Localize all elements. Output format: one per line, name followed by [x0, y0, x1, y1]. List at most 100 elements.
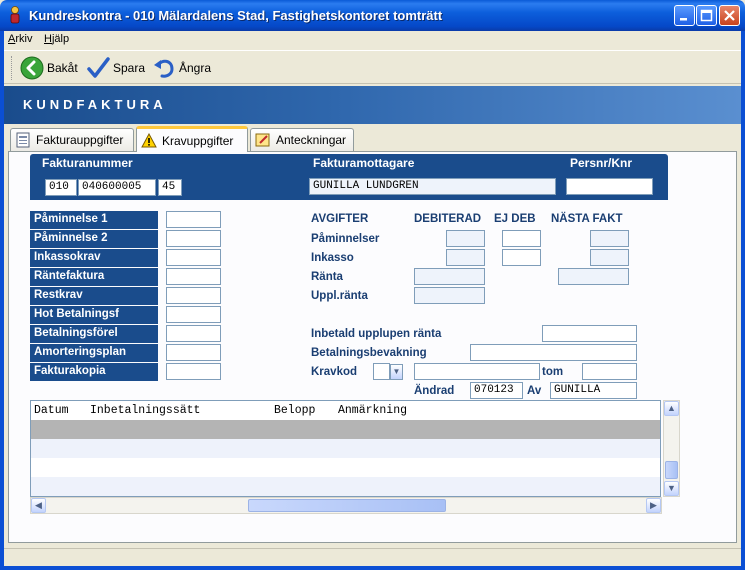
ranta-debiterad-field[interactable] [414, 268, 485, 285]
invoice-recipient-field[interactable]: GUNILLA LUNDGREN [309, 178, 556, 195]
avgifter-header: AVGIFTER [311, 213, 369, 225]
inkasso-label: Inkasso [311, 252, 354, 264]
av-label: Av [527, 385, 542, 397]
payments-grid[interactable]: Datum Inbetalningssätt Belopp Anmärkning [30, 400, 661, 497]
inkasso-debiterad-field[interactable] [446, 249, 485, 266]
fakturakopia-field[interactable] [166, 363, 221, 380]
inbetald-label: Inbetald upplupen ränta [311, 328, 442, 340]
kravkod-dropdown-button[interactable]: ▼ [390, 364, 403, 380]
menu-arkiv[interactable]: Arkiv [8, 33, 32, 45]
kravkod-select[interactable] [373, 363, 390, 380]
minimize-button[interactable] [674, 5, 695, 26]
label-hot-betalningsf: Hot Betalningsf [30, 306, 158, 324]
document-icon [16, 132, 30, 148]
hot-betalningsf-field[interactable] [166, 306, 221, 323]
vertical-scroll-thumb[interactable] [665, 461, 678, 479]
tab-kravuppgifter[interactable]: Kravuppgifter [136, 126, 248, 152]
restkrav-field[interactable] [166, 287, 221, 304]
invoice-number-part2[interactable]: 040600005 [78, 179, 156, 196]
invoice-number-header: Fakturanummer [42, 156, 133, 170]
undo-icon [154, 59, 174, 78]
andrad-field[interactable]: 070123 [470, 382, 523, 399]
header-band: KUNDFAKTURA [4, 86, 741, 124]
save-button[interactable]: Spara [86, 54, 145, 82]
bevakning-field[interactable] [470, 344, 637, 361]
app-icon [10, 6, 20, 24]
table-row[interactable] [31, 420, 660, 439]
invoice-number-part3[interactable]: 45 [158, 179, 182, 196]
horizontal-scroll-thumb[interactable] [248, 499, 446, 512]
label-amorteringsplan: Amorteringsplan [30, 344, 158, 362]
debiterad-header: DEBITERAD [414, 213, 482, 225]
invoice-recipient-header: Fakturamottagare [313, 156, 415, 170]
label-rantefaktura: Räntefaktura [30, 268, 158, 286]
rantefaktura-field[interactable] [166, 268, 221, 285]
minimize-icon [680, 18, 687, 21]
uppl-ranta-label: Uppl.ränta [311, 290, 368, 302]
window-frame-bottom [0, 566, 745, 570]
window-frame-right [741, 31, 745, 570]
col-belopp[interactable]: Belopp [274, 404, 315, 417]
col-inbetalningssatt[interactable]: Inbetalningssätt [90, 404, 200, 417]
ranta-label: Ränta [311, 271, 343, 283]
inkasso-nasta-fakt-field[interactable] [590, 249, 629, 266]
close-button[interactable] [719, 5, 740, 26]
label-paminnelse-2: Påminnelse 2 [30, 230, 158, 248]
kravkod-description-field[interactable] [414, 363, 540, 380]
scroll-up-icon[interactable]: ▲ [664, 401, 679, 416]
window-title: Kundreskontra - 010 Mälardalens Stad, Fa… [29, 8, 443, 23]
save-label: Spara [113, 61, 146, 75]
label-fakturakopia: Fakturakopia [30, 363, 158, 381]
persnr-field[interactable] [566, 178, 653, 195]
label-restkrav: Restkrav [30, 287, 158, 305]
toolbar-grip[interactable] [11, 56, 14, 80]
tab-label: Kravuppgifter [162, 133, 234, 148]
inkassokrav-field[interactable] [166, 249, 221, 266]
menu-bar: Arkiv Hjälp [4, 31, 741, 49]
undo-button[interactable]: Ångra [152, 54, 211, 82]
back-button[interactable]: Bakåt [20, 54, 78, 82]
tab-fakturauppgifter[interactable]: Fakturauppgifter [10, 128, 134, 151]
uppl-ranta-field[interactable] [414, 287, 485, 304]
title-bar[interactable]: Kundreskontra - 010 Mälardalens Stad, Fa… [0, 0, 745, 31]
ranta-nasta-fakt-field[interactable] [558, 268, 629, 285]
paminnelse-1-field[interactable] [166, 211, 221, 228]
label-paminnelse-1: Påminnelse 1 [30, 211, 158, 229]
av-field[interactable]: GUNILLA [550, 382, 637, 399]
maximize-icon [700, 9, 713, 22]
inkasso-ej-deb-field[interactable] [502, 249, 541, 266]
amorteringsplan-field[interactable] [166, 344, 221, 361]
persnr-header: Persnr/Knr [570, 156, 633, 170]
toolbar: Bakåt Spara Ångra [4, 50, 741, 84]
tom-field[interactable] [582, 363, 637, 380]
horizontal-scrollbar[interactable]: ◀ ▶ [30, 497, 662, 514]
invoice-number-part1[interactable]: 010 [45, 179, 77, 196]
inbetald-field[interactable] [542, 325, 637, 342]
col-datum[interactable]: Datum [34, 404, 69, 417]
nasta-fakt-header: NÄSTA FAKT [551, 213, 623, 225]
ej-deb-header: EJ DEB [494, 213, 536, 225]
table-row[interactable] [31, 477, 660, 496]
col-anmarkning[interactable]: Anmärkning [338, 404, 407, 417]
close-icon [724, 10, 735, 21]
tab-anteckningar[interactable]: Anteckningar [250, 128, 354, 151]
scroll-down-icon[interactable]: ▼ [664, 481, 679, 496]
paminnelser-nasta-fakt-field[interactable] [590, 230, 629, 247]
grid-header: Datum Inbetalningssätt Belopp Anmärkning [31, 401, 660, 420]
table-row[interactable] [31, 458, 660, 477]
scroll-left-icon[interactable]: ◀ [31, 498, 46, 513]
table-row[interactable] [31, 439, 660, 458]
menu-hjalp[interactable]: Hjälp [44, 33, 69, 45]
paminnelser-debiterad-field[interactable] [446, 230, 485, 247]
paminnelser-ej-deb-field[interactable] [502, 230, 541, 247]
scroll-right-icon[interactable]: ▶ [646, 498, 661, 513]
betalningsforel-field[interactable] [166, 325, 221, 342]
invoice-header: Fakturanummer Fakturamottagare Persnr/Kn… [30, 154, 668, 172]
bevakning-label: Betalningsbevakning [311, 347, 427, 359]
status-bar [4, 548, 741, 566]
maximize-button[interactable] [696, 5, 717, 26]
vertical-scrollbar[interactable]: ▲ ▼ [663, 400, 680, 497]
tab-label: Fakturauppgifter [36, 133, 124, 147]
page-title: KUNDFAKTURA [23, 97, 167, 112]
paminnelse-2-field[interactable] [166, 230, 221, 247]
